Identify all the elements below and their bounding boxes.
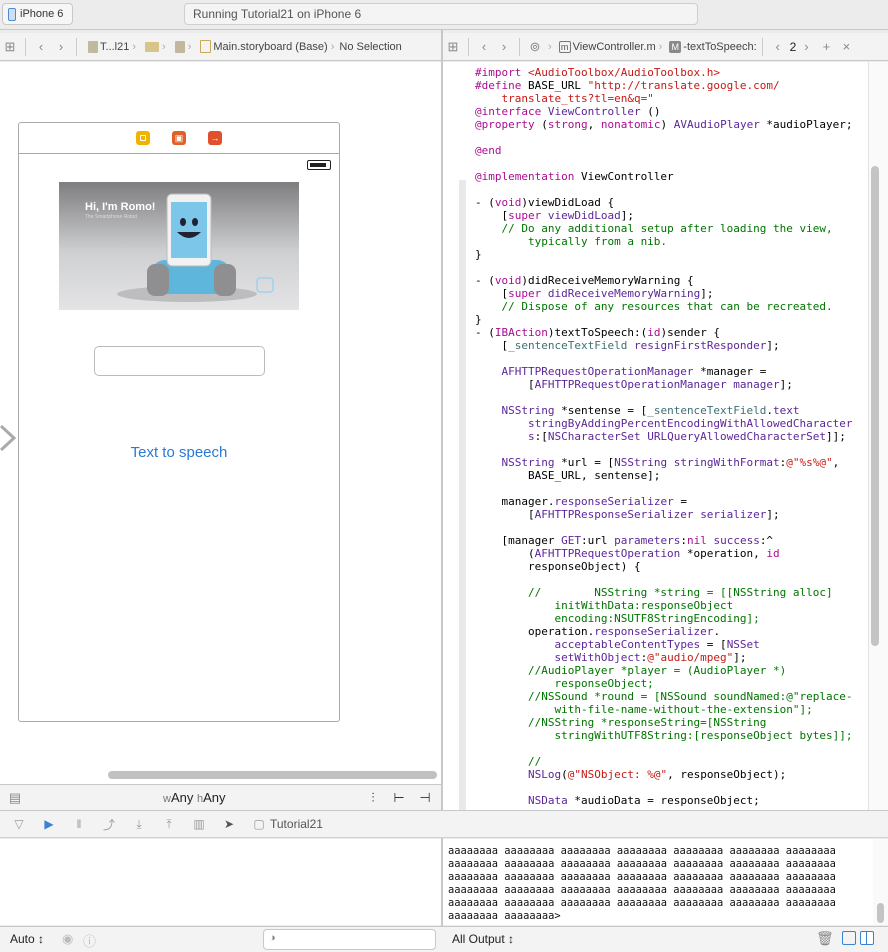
console-output-select[interactable]: All Output ↕ <box>452 932 514 946</box>
h-value: Any <box>203 790 226 805</box>
romo-title: Hi, I'm Romo! <box>85 201 156 213</box>
size-class-control[interactable]: wAny hAny <box>163 790 226 805</box>
w-value: Any <box>170 790 194 805</box>
jump-bar-left: ⊞ ‹ › T...l21 › › › Main.storyboard (Bas… <box>0 33 441 61</box>
breadcrumb-method[interactable]: -textToSpeech: <box>683 41 756 53</box>
counter: 2 <box>789 39 797 54</box>
add-icon[interactable]: + <box>816 37 836 57</box>
chevron-right-icon: › <box>330 40 335 53</box>
divider <box>519 37 520 56</box>
activity-text: Running Tutorial21 on iPhone 6 <box>193 7 362 21</box>
divider <box>468 37 469 56</box>
chevron-left-icon[interactable]: ‹ <box>31 37 51 57</box>
console-line: aaaaaaaa aaaaaaaa aaaaaaaa aaaaaaaa aaaa… <box>448 871 836 883</box>
code-editor[interactable]: #import <AudioToolbox/AudioToolbox.h> #d… <box>443 62 873 810</box>
jump-bar-right: ⊞ ‹ › ⊚ › m ViewController.m › M -textTo… <box>443 33 888 61</box>
chevron-right-icon: › <box>548 40 552 53</box>
horizontal-scrollbar[interactable] <box>108 771 437 779</box>
chevron-left-icon[interactable]: ‹ <box>768 37 788 57</box>
chevron-right-icon: › <box>658 40 663 53</box>
m-file-icon: m <box>558 40 571 53</box>
filter-icon: ◑ <box>269 932 276 944</box>
output-label: All Output <box>452 932 505 946</box>
chevron-left-icon[interactable]: ‹ <box>474 37 494 57</box>
console-line: aaaaaaaa aaaaaaaa aaaaaaaa aaaaaaaa aaaa… <box>448 897 836 909</box>
console-scrollbar[interactable] <box>873 839 888 925</box>
size-class-bar: ▤ wAny hAny ⫶ ⊢ ⊣ <box>0 784 441 810</box>
show-variables-icon[interactable] <box>842 931 856 945</box>
breadcrumb-selection[interactable]: No Selection <box>339 41 401 53</box>
chevron-right-icon[interactable]: › <box>494 37 514 57</box>
romo-subtitle: The Smartphone Robot <box>85 214 137 220</box>
chevron-right-icon: › <box>132 40 137 53</box>
w-prefix: w <box>163 793 171 805</box>
first-responder-icon[interactable]: ▣ <box>172 131 186 145</box>
project-icon <box>88 40 98 53</box>
pause-icon[interactable]: ‖ <box>68 814 90 834</box>
resolve-layout-icon[interactable]: ⊣ <box>415 788 435 808</box>
step-into-icon[interactable]: ⤓ <box>128 814 150 834</box>
debug-target: Tutorial21 <box>270 817 323 831</box>
editor-scrollbar[interactable] <box>871 166 879 646</box>
target-icon: ▢ <box>253 817 265 831</box>
scheme-selector[interactable]: iPhone 6 <box>2 3 73 25</box>
info-icon[interactable]: ⓘ <box>83 931 96 950</box>
sentence-text-field[interactable] <box>94 346 265 376</box>
file-icon[interactable] <box>174 40 185 53</box>
scheme-label: iPhone 6 <box>20 8 64 20</box>
debug-bar: ▽ ▶ ‖ ⤴ ⤓ ⤒ ▥ ➤ ▢ Tutorial21 <box>0 810 888 838</box>
step-out-icon[interactable]: ⤒ <box>158 814 180 834</box>
variables-view[interactable] <box>0 839 441 925</box>
breadcrumb-storyboard[interactable]: Main.storyboard (Base) <box>213 41 327 53</box>
method-icon: M <box>669 40 682 53</box>
activity-viewer: Running Tutorial21 on iPhone 6 <box>184 3 698 25</box>
hide-debug-area-icon[interactable]: ▽ <box>8 814 30 834</box>
chevron-right-icon: › <box>162 40 166 53</box>
chevron-right-icon[interactable]: › <box>51 37 71 57</box>
folder-icon[interactable] <box>145 41 160 52</box>
scene-dock: ▣ → <box>19 123 339 154</box>
console-output[interactable]: aaaaaaaa aaaaaaaa aaaaaaaa aaaaaaaa aaaa… <box>443 839 873 925</box>
location-icon[interactable]: ➤ <box>218 814 240 834</box>
pin-icon[interactable]: ⊢ <box>389 788 409 808</box>
storyboard-icon <box>200 40 212 53</box>
divider <box>76 37 77 56</box>
breakpoints-icon[interactable]: ▶ <box>38 814 60 834</box>
console-line: aaaaaaaa aaaaaaaa aaaaaaaa aaaaaaaa aaaa… <box>448 845 836 857</box>
breadcrumb-file[interactable]: ViewController.m <box>573 41 656 53</box>
code-fold-ribbon[interactable] <box>459 180 466 810</box>
exit-icon[interactable]: → <box>208 131 222 145</box>
eye-icon[interactable]: ◉ <box>62 931 73 947</box>
source-code[interactable]: #import <AudioToolbox/AudioToolbox.h> #d… <box>475 66 853 807</box>
iphone-icon <box>8 7 16 21</box>
filter-input[interactable]: ◑ <box>263 929 436 950</box>
battery-icon <box>307 160 331 170</box>
align-icon[interactable]: ⫶ <box>363 788 383 808</box>
divider <box>761 37 763 56</box>
assistant-rings-icon[interactable]: ⊚ <box>525 37 545 57</box>
close-icon[interactable]: × <box>836 37 856 57</box>
entry-arrow-icon <box>0 424 17 452</box>
show-console-icon[interactable] <box>860 931 874 945</box>
console-line: aaaaaaaa aaaaaaaa aaaaaaaa aaaaaaaa aaaa… <box>448 884 836 896</box>
trash-icon[interactable]: 🗑 <box>816 930 834 947</box>
breadcrumb-project[interactable]: T...l21 <box>100 41 129 53</box>
view-controller-icon[interactable] <box>136 131 150 145</box>
related-items-grid-icon[interactable]: ⊞ <box>0 37 20 57</box>
auto-label: Auto <box>10 932 35 946</box>
outline-toggle-icon[interactable]: ▤ <box>5 788 25 808</box>
chevron-right-icon[interactable]: › <box>796 37 816 57</box>
view-hierarchy-icon[interactable]: ▥ <box>188 814 210 834</box>
console-line: aaaaaaaa aaaaaaaa> <box>448 910 561 922</box>
related-items-grid-icon[interactable]: ⊞ <box>443 37 463 57</box>
bottom-bar <box>0 926 888 952</box>
view-controller-scene[interactable]: ▣ → Hi, I'm Romo! The Smartphone Robot <box>18 122 340 722</box>
variables-scope-select[interactable]: Auto ↕ <box>10 932 44 946</box>
text-to-speech-button[interactable]: Text to speech <box>98 444 260 461</box>
step-over-icon[interactable]: ⤴ <box>98 814 120 834</box>
chevron-right-icon: › <box>187 40 192 53</box>
console-line: aaaaaaaa aaaaaaaa aaaaaaaa aaaaaaaa aaaa… <box>448 858 836 870</box>
divider <box>25 37 26 56</box>
